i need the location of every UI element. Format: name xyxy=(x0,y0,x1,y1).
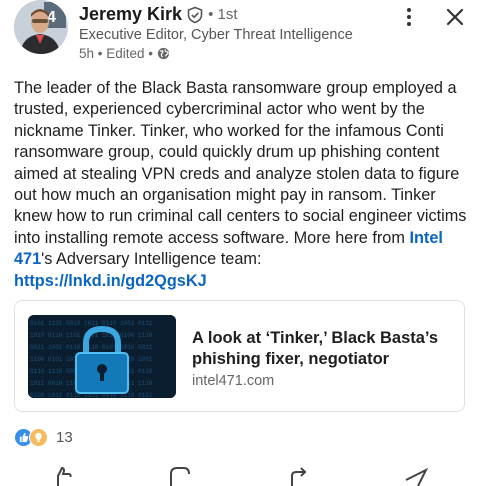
article-source: intel471.com xyxy=(192,373,275,389)
author-headline: Executive Editor, Cyber Threat Intellige… xyxy=(79,27,353,43)
post-header: 4 Jeremy Kirk • 1st Executive Editor, Cy… xyxy=(0,0,479,72)
verified-shield-icon xyxy=(187,6,203,23)
post-time: 5h • Edited • xyxy=(79,46,153,61)
comment-action-icon[interactable] xyxy=(168,466,192,486)
post-body-text: The leader of the Black Basta ransomware… xyxy=(14,79,467,247)
article-title[interactable]: A look at ‘Tinker,’ Black Basta’s phishi… xyxy=(192,328,454,370)
close-icon[interactable] xyxy=(444,6,466,28)
more-options-icon[interactable] xyxy=(398,6,420,28)
svg-text:0011 1001 0110 1110 0101 1010: 0011 1001 0110 1110 0101 1010 0011 xyxy=(30,344,153,351)
post-body: The leader of the Black Basta ransomware… xyxy=(14,78,474,292)
reaction-count: 13 xyxy=(56,429,73,446)
article-thumbnail: 0101 1101 0010 1011 0110 1001 0111 1010 … xyxy=(28,315,176,398)
globe-icon xyxy=(157,47,170,60)
author-avatar[interactable]: 4 xyxy=(14,0,68,54)
author-name[interactable]: Jeremy Kirk xyxy=(79,4,182,25)
like-action-icon[interactable] xyxy=(50,466,74,486)
action-bar xyxy=(0,466,479,486)
link-preview-card[interactable]: 0101 1101 0010 1011 0110 1001 0111 1010 … xyxy=(14,300,465,412)
send-action-icon[interactable] xyxy=(404,466,428,486)
post-meta: 5h • Edited • xyxy=(79,46,170,61)
repost-action-icon[interactable] xyxy=(286,466,310,486)
insightful-icon xyxy=(29,428,48,447)
svg-text:0101 1101 0010 1011 0110 1001: 0101 1101 0010 1011 0110 1001 0111 xyxy=(30,320,153,327)
connection-degree: • 1st xyxy=(208,6,238,23)
reactions-summary[interactable]: 13 xyxy=(14,428,73,447)
post-url-link[interactable]: https://lnkd.in/gd2QgsKJ xyxy=(14,271,474,292)
author-name-row: Jeremy Kirk • 1st xyxy=(79,4,238,25)
post-body-text-end: 's Adversary Intelligence team: xyxy=(41,250,262,269)
